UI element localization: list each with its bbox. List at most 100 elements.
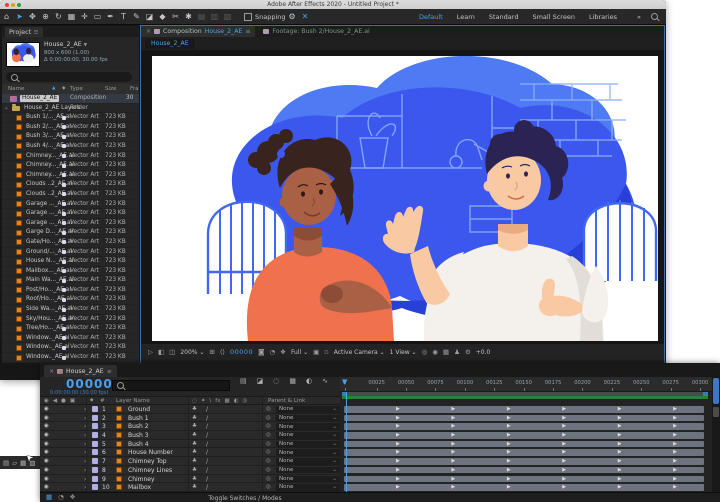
project-row-folder[interactable]: ⌄ House_2_AE Layers Folder bbox=[2, 104, 139, 114]
parent-pickwhip-icon[interactable]: ◎ bbox=[266, 484, 271, 490]
continuously-rasterize-icon[interactable]: / bbox=[206, 449, 208, 456]
project-search-field[interactable] bbox=[6, 72, 132, 82]
quality-sampling-icon[interactable]: ♣ bbox=[192, 415, 197, 421]
quality-column-icon[interactable]: \ bbox=[209, 398, 211, 404]
layer-duration-bar[interactable]: ▶ ▶ ▶ ▶ ▶ ▶ bbox=[344, 484, 704, 491]
composition-canvas[interactable] bbox=[152, 56, 658, 341]
timeline-layer-row[interactable]: ◉ › 7 Chimney Top ♣ / ◎ None ⌄ bbox=[40, 457, 340, 466]
layer-visibility-icon[interactable]: ◉ bbox=[44, 467, 49, 473]
exposure-value[interactable]: +0.0 bbox=[476, 349, 491, 356]
layer-duration-bar[interactable]: ▶ ▶ ▶ ▶ ▶ ▶ bbox=[344, 441, 704, 448]
layer-color-swatch[interactable] bbox=[92, 449, 98, 455]
parent-link-column[interactable]: Parent & Link bbox=[268, 398, 305, 404]
composition-name[interactable]: House_2_AE bbox=[20, 95, 59, 102]
comp-current-time[interactable]: 00000 bbox=[230, 348, 253, 356]
expand-layer-switches-icon[interactable]: ▦ bbox=[46, 493, 52, 501]
quality-sampling-icon[interactable]: ♣ bbox=[192, 467, 197, 473]
motion-blur-icon[interactable]: ◐ bbox=[306, 377, 312, 385]
layer-visibility-icon[interactable]: ◉ bbox=[44, 423, 49, 429]
layer-duration-bar[interactable]: ▶ ▶ ▶ ▶ ▶ ▶ bbox=[344, 423, 704, 430]
quality-sampling-icon[interactable]: ♣ bbox=[192, 423, 197, 429]
playhead-handle-icon[interactable]: ▼ bbox=[342, 378, 347, 386]
always-preview-icon[interactable]: ▷ bbox=[148, 348, 153, 356]
label-column-icon[interactable]: ◆ bbox=[90, 398, 93, 403]
workspace-tab[interactable]: Libraries bbox=[589, 13, 617, 21]
layer-color-swatch[interactable] bbox=[92, 467, 98, 473]
timeline-scrollbar[interactable] bbox=[712, 377, 720, 492]
number-column[interactable]: # bbox=[100, 398, 105, 404]
layer-color-swatch[interactable] bbox=[92, 476, 98, 482]
layer-name[interactable]: Bush 3 bbox=[128, 432, 149, 439]
preview-dropdown-icon[interactable]: ▼ bbox=[84, 43, 87, 48]
solo-column-icon[interactable]: ● bbox=[61, 398, 66, 404]
layer-track-lane[interactable]: ▶ ▶ ▶ ▶ ▶ ▶ bbox=[340, 422, 712, 431]
project-row-footage[interactable]: Gate/Ho..._AE.ai Vector Art 723 KB bbox=[2, 238, 139, 248]
timeline-search-field[interactable] bbox=[112, 380, 230, 391]
workspace-overflow-icon[interactable]: » bbox=[637, 13, 641, 21]
interpret-footage-icon[interactable]: ▤ bbox=[3, 459, 9, 467]
layer-track-lane[interactable]: ▶ ▶ ▶ ▶ ▶ ▶ bbox=[340, 448, 712, 457]
timeline-layer-row[interactable]: ◉ › 6 House Number ♣ / ◎ None ⌄ bbox=[40, 448, 340, 457]
layer-duration-bar[interactable]: ▶ ▶ ▶ ▶ ▶ ▶ bbox=[344, 476, 704, 483]
project-row-footage[interactable]: Garage ..._AE.ai Vector Art 723 KB bbox=[2, 219, 139, 229]
project-row-footage[interactable]: Bush 4/..._AE.ai Vector Art 723 KB bbox=[2, 142, 139, 152]
layer-duration-bar[interactable]: ▶ ▶ ▶ ▶ ▶ ▶ bbox=[344, 406, 704, 413]
composition-tab[interactable]: × Composition House_2_AE ≡ bbox=[141, 26, 255, 37]
zoom-tool-icon[interactable]: ⊕ bbox=[39, 9, 52, 24]
3d-column-icon[interactable]: ◎ bbox=[243, 398, 248, 404]
share-frame-icon[interactable]: ◫ bbox=[169, 348, 175, 356]
motion-blur-column-icon[interactable]: ◐ bbox=[234, 398, 239, 404]
video-column-icon[interactable]: ◉ bbox=[44, 398, 49, 404]
layer-visibility-icon[interactable]: ◉ bbox=[44, 432, 49, 438]
project-row-footage[interactable]: Garge D..._AE.ai Vector Art 723 KB bbox=[2, 228, 139, 238]
quality-sampling-icon[interactable]: ♣ bbox=[192, 432, 197, 438]
parent-select[interactable]: None ⌄ bbox=[276, 441, 340, 448]
rotation-tool-icon[interactable]: ↻ bbox=[52, 9, 65, 24]
snapshot-icon[interactable]: ◙ bbox=[258, 348, 264, 356]
parent-select[interactable]: None ⌄ bbox=[276, 432, 340, 439]
project-row-footage[interactable]: Ground/..._AE.ai Vector Art 723 KB bbox=[2, 248, 139, 258]
project-row-footage[interactable]: Bush 1/..._AE.ai Vector Art 723 KB bbox=[2, 113, 139, 123]
project-row-composition[interactable]: House_2_AE Composition 30 bbox=[2, 94, 139, 104]
toggle-switches-modes-button[interactable]: Toggle Switches / Modes bbox=[160, 495, 330, 502]
frame-blend-icon[interactable]: ▦ bbox=[289, 377, 296, 385]
sort-arrow-icon[interactable]: ▲ bbox=[52, 84, 55, 94]
parent-select[interactable]: None ⌄ bbox=[276, 406, 340, 413]
mask-x-icon[interactable]: ✕ bbox=[299, 9, 312, 24]
fx-column-icon[interactable]: fx bbox=[215, 398, 220, 404]
layer-name[interactable]: Mailbox bbox=[128, 484, 151, 491]
layer-name[interactable]: Chimney Lines bbox=[128, 467, 172, 474]
layer-duration-bar[interactable]: ▶ ▶ ▶ ▶ ▶ ▶ bbox=[344, 458, 704, 465]
viewer-tab[interactable]: House_2_AE bbox=[145, 39, 195, 49]
selection-tool-icon[interactable]: ➤ bbox=[13, 9, 26, 24]
project-row-footage[interactable]: Window.._AE.ai Vector Art 723 KB bbox=[2, 343, 139, 353]
project-row-footage[interactable]: Post/Ho..._AE.ai Vector Art 723 KB bbox=[2, 286, 139, 296]
parent-pickwhip-icon[interactable]: ◎ bbox=[266, 432, 271, 438]
layer-track-lane[interactable]: ▶ ▶ ▶ ▶ ▶ ▶ bbox=[340, 457, 712, 466]
timeline-tab[interactable]: × House_2_AE ≡ bbox=[44, 365, 117, 377]
grayed-tool-icon-1[interactable]: ▤ bbox=[195, 9, 208, 24]
folder-expander-icon[interactable]: ⌄ bbox=[4, 104, 9, 113]
project-row-footage[interactable]: Bush 3/..._AE.ai Vector Art 723 KB bbox=[2, 132, 139, 142]
project-row-footage[interactable]: Tree/Ho..._AE.ai Vector Art 723 KB bbox=[2, 324, 139, 334]
layer-name[interactable]: Chimney Top bbox=[128, 458, 167, 465]
expand-inout-icon[interactable]: ✥ bbox=[70, 493, 75, 501]
timeline-layer-row[interactable]: ◉ › 8 Chimney Lines ♣ / ◎ None ⌄ bbox=[40, 466, 340, 475]
layer-visibility-icon[interactable]: ◉ bbox=[44, 441, 49, 447]
column-size[interactable]: Size bbox=[105, 84, 116, 94]
puppet-pin-tool-icon[interactable]: ✱ bbox=[182, 9, 195, 24]
snapping-checkbox[interactable] bbox=[244, 13, 252, 21]
parent-pickwhip-icon[interactable]: ◎ bbox=[266, 449, 271, 455]
pixel-aspect-icon[interactable]: ◎ bbox=[422, 348, 428, 356]
layer-duration-bar[interactable]: ▶ ▶ ▶ ▶ ▶ ▶ bbox=[344, 467, 704, 474]
project-row-footage[interactable]: Side Wa..._AE.ai Vector Art 723 KB bbox=[2, 305, 139, 315]
layer-name[interactable]: Bush 1 bbox=[128, 415, 149, 422]
show-channel-icon[interactable]: ❖ bbox=[280, 348, 286, 356]
shy-column-icon[interactable]: ◌ bbox=[192, 398, 197, 404]
layer-color-swatch[interactable] bbox=[92, 441, 98, 447]
quality-sampling-icon[interactable]: ♣ bbox=[192, 484, 197, 490]
frame-blend-column-icon[interactable]: ▦ bbox=[224, 398, 229, 404]
layer-color-swatch[interactable] bbox=[92, 423, 98, 429]
layer-visibility-icon[interactable]: ◉ bbox=[44, 484, 49, 490]
parent-select[interactable]: None ⌄ bbox=[276, 458, 340, 465]
